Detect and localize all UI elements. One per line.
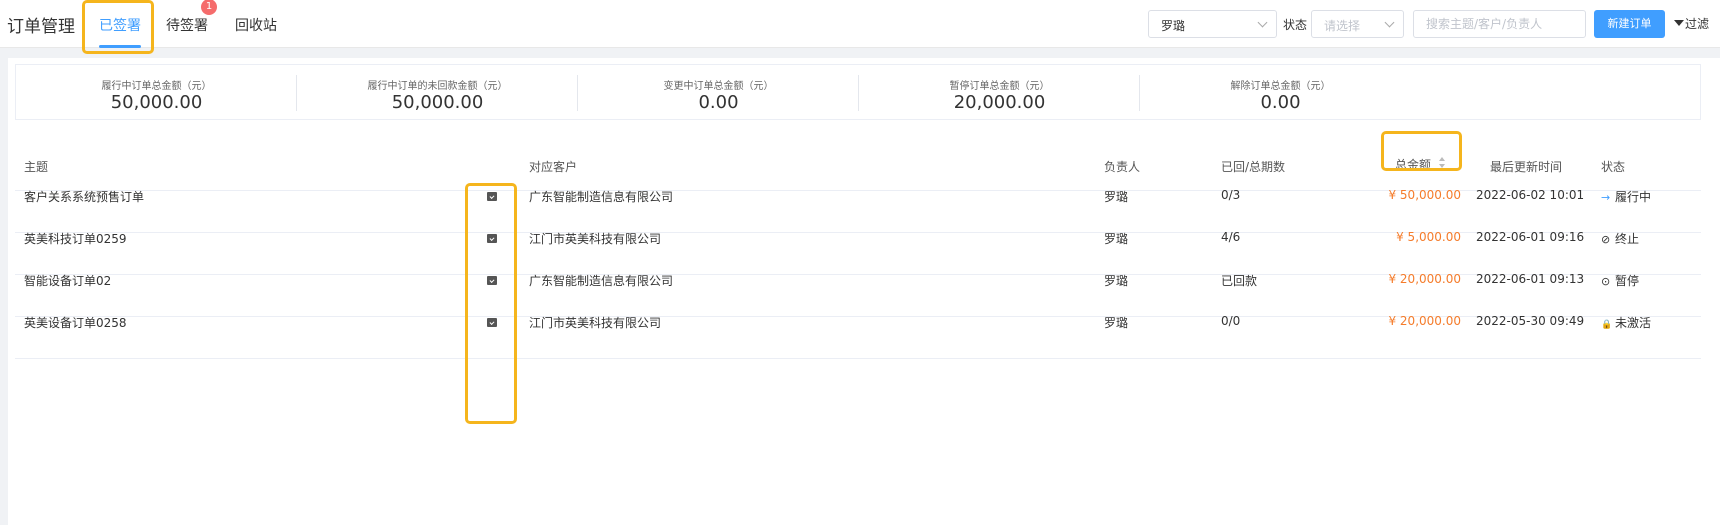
- stat-value: 50,000.00: [391, 92, 484, 113]
- column-header-amount[interactable]: 总金额: [1395, 156, 1431, 173]
- row-updated: 2022-06-01 09:16: [1476, 230, 1585, 244]
- status-label: 履行中: [1615, 190, 1652, 204]
- stat-terminated-total: 解除订单总金额（元） 0.00: [1140, 65, 1421, 121]
- column-header-updated[interactable]: 最后更新时间: [1490, 158, 1562, 175]
- row-updated: 2022-06-01 09:13: [1476, 272, 1585, 286]
- stat-fulfilling-unpaid: 履行中订单的未回款金额（元） 50,000.00: [297, 65, 578, 121]
- stat-value: 0.00: [698, 92, 739, 113]
- row-periods: 已回款: [1221, 274, 1258, 288]
- row-updated: 2022-05-30 09:49: [1476, 314, 1585, 328]
- row-customer[interactable]: 江门市英美科技有限公司: [529, 230, 661, 247]
- pending-count-badge: 1: [201, 0, 217, 15]
- row-updated: 2022-06-02 10:01: [1476, 188, 1585, 202]
- page-title: 订单管理: [7, 17, 75, 37]
- ban-icon: ⊘: [1601, 233, 1611, 246]
- pause-circle-icon: ⊙: [1601, 275, 1611, 288]
- row-subject[interactable]: 智能设备订单02: [24, 272, 111, 289]
- stat-label: 变更中订单总金额（元）: [663, 81, 774, 92]
- stat-value: 0.00: [1260, 92, 1301, 113]
- row-owner: 罗璐: [1104, 274, 1129, 288]
- row-customer[interactable]: 江门市英美科技有限公司: [529, 314, 661, 331]
- summary-stats: 履行中订单总金额（元） 50,000.00 履行中订单的未回款金额（元） 50,…: [15, 64, 1701, 120]
- row-customer[interactable]: 广东智能制造信息有限公司: [529, 188, 673, 205]
- arrow-right-icon: →: [1601, 191, 1611, 204]
- orders-panel: 履行中订单总金额（元） 50,000.00 履行中订单的未回款金额（元） 50,…: [8, 58, 1720, 525]
- sort-icon[interactable]: [1438, 155, 1446, 171]
- stat-label: 解除订单总金额（元）: [1230, 81, 1331, 92]
- status-label: 暂停: [1615, 274, 1640, 288]
- active-tab-indicator: [99, 45, 141, 48]
- row-status: 🔒 未激活: [1601, 314, 1651, 331]
- search-input[interactable]: [1414, 11, 1585, 37]
- row-status: ⊘ 终止: [1601, 230, 1639, 247]
- stat-paused-total: 暂停订单总金额（元） 20,000.00: [859, 65, 1140, 121]
- status-label: 未激活: [1615, 316, 1652, 330]
- stat-fulfilling-total: 履行中订单总金额（元） 50,000.00: [16, 65, 297, 121]
- status-select[interactable]: 请选择: [1311, 10, 1404, 38]
- stat-value: 20,000.00: [953, 92, 1046, 113]
- top-bar: 订单管理 已签署 待签署 1 回收站 罗璐 状态 请选择 新建订单 过滤: [0, 0, 1720, 54]
- row-subject[interactable]: 英美设备订单0258: [24, 314, 127, 331]
- column-header-subject[interactable]: 主题: [24, 158, 48, 175]
- row-status: ⊙ 暂停: [1601, 272, 1639, 289]
- tab-signed[interactable]: 已签署: [99, 15, 141, 35]
- row-amount: ¥ 5,000.00: [1396, 230, 1461, 244]
- row-owner: 罗璐: [1104, 316, 1129, 330]
- column-header-customer[interactable]: 对应客户: [529, 158, 577, 175]
- calendar-check-icon[interactable]: [487, 276, 497, 285]
- stat-changing-total: 变更中订单总金额（元） 0.00: [578, 65, 859, 121]
- funnel-icon: [1674, 19, 1684, 26]
- row-status: → 履行中: [1601, 188, 1651, 205]
- stat-label: 履行中订单总金额（元）: [101, 81, 212, 92]
- tab-pending[interactable]: 待签署: [166, 15, 208, 35]
- filter-label: 过滤: [1685, 17, 1710, 31]
- filter-button[interactable]: 过滤: [1674, 15, 1709, 32]
- row-amount: ¥ 20,000.00: [1388, 314, 1461, 328]
- row-periods: 0/3: [1221, 188, 1241, 202]
- row-owner: 罗璐: [1104, 232, 1129, 246]
- row-amount: ¥ 20,000.00: [1388, 272, 1461, 286]
- highlight-box: [465, 183, 517, 424]
- calendar-check-icon[interactable]: [487, 192, 497, 201]
- status-filter-label: 状态: [1283, 18, 1308, 32]
- row-customer[interactable]: 广东智能制造信息有限公司: [529, 272, 673, 289]
- column-header-periods[interactable]: 已回/总期数: [1221, 158, 1285, 175]
- row-periods: 0/0: [1221, 314, 1241, 328]
- search-field[interactable]: [1413, 10, 1586, 38]
- new-order-button[interactable]: 新建订单: [1594, 10, 1665, 38]
- stat-label: 履行中订单的未回款金额（元）: [367, 81, 508, 92]
- column-header-owner[interactable]: 负责人: [1104, 158, 1140, 175]
- owner-select[interactable]: 罗璐: [1148, 10, 1277, 38]
- tab-recycle-bin[interactable]: 回收站: [235, 15, 277, 35]
- status-label: 终止: [1615, 232, 1640, 246]
- row-subject[interactable]: 客户关系系统预售订单: [24, 188, 144, 205]
- owner-select-value: 罗璐: [1161, 19, 1186, 33]
- divider: [15, 358, 1701, 359]
- row-owner: 罗璐: [1104, 190, 1129, 204]
- status-select-placeholder: 请选择: [1324, 19, 1361, 33]
- chevron-down-icon: [1257, 17, 1268, 28]
- stat-label: 暂停订单总金额（元）: [949, 81, 1050, 92]
- lock-icon: 🔒: [1601, 320, 1613, 330]
- calendar-check-icon[interactable]: [487, 318, 497, 327]
- calendar-check-icon[interactable]: [487, 234, 497, 243]
- stat-value: 50,000.00: [110, 92, 203, 113]
- row-amount: ¥ 50,000.00: [1388, 188, 1461, 202]
- column-header-status[interactable]: 状态: [1601, 158, 1625, 175]
- chevron-down-icon: [1384, 17, 1395, 28]
- row-periods: 4/6: [1221, 230, 1241, 244]
- row-subject[interactable]: 英美科技订单0259: [24, 230, 127, 247]
